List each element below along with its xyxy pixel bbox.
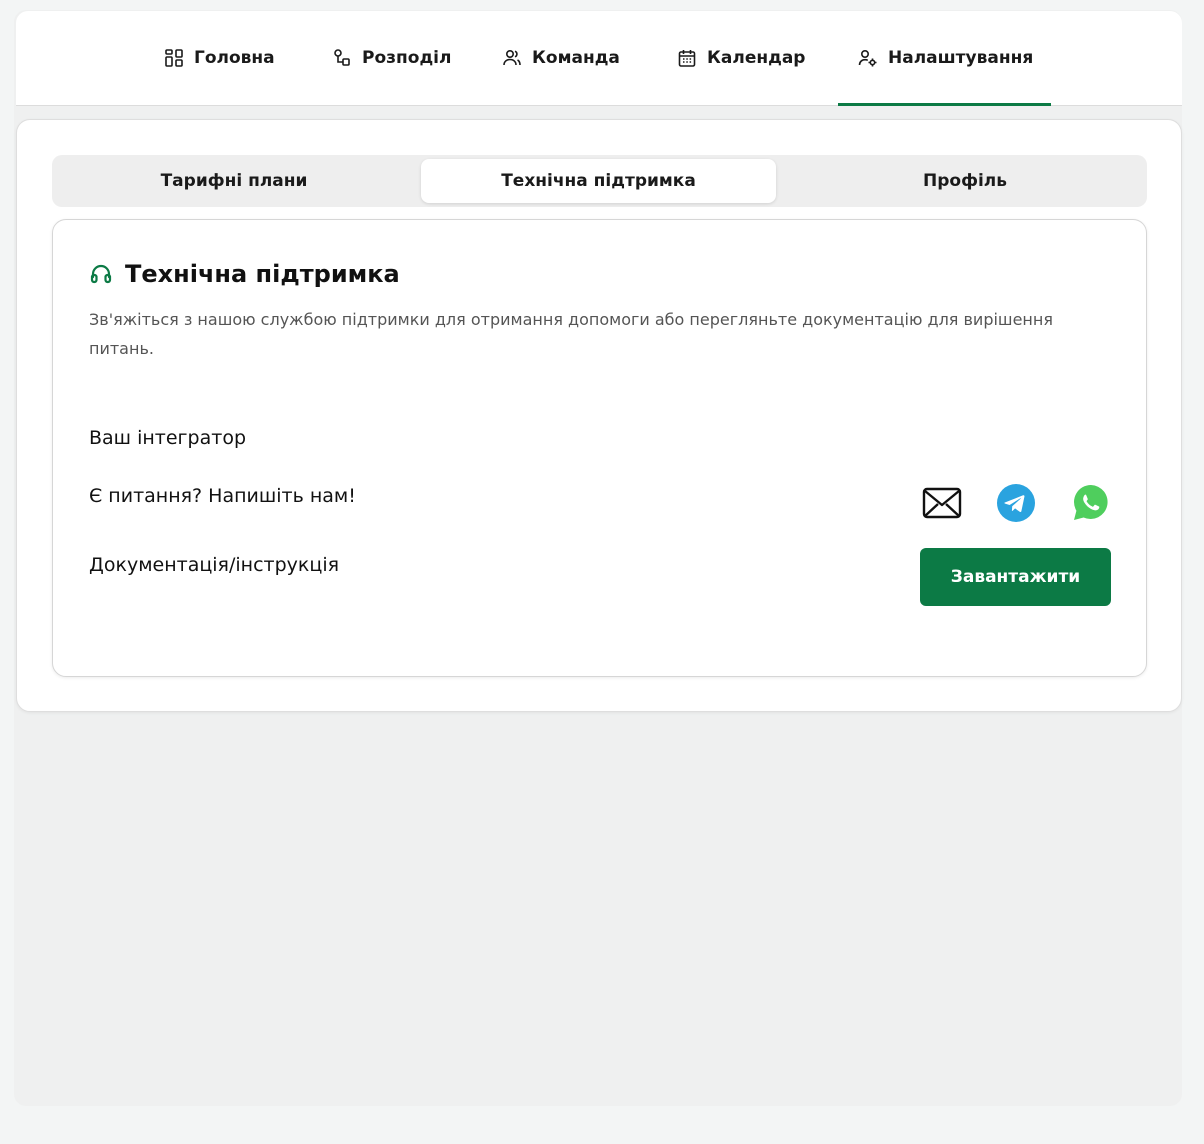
nav-item-team[interactable]: Команда bbox=[502, 11, 620, 106]
support-card: Технічна підтримка Зв'яжіться з нашою сл… bbox=[52, 219, 1147, 677]
nav-label: Календар bbox=[707, 47, 806, 68]
whatsapp-icon[interactable] bbox=[1070, 482, 1112, 524]
tab-profile[interactable]: Профіль bbox=[787, 159, 1143, 203]
user-settings-icon bbox=[858, 49, 877, 66]
tab-tech-support[interactable]: Технічна підтримка bbox=[421, 159, 776, 203]
tab-pricing-plans[interactable]: Тарифні плани bbox=[56, 159, 412, 203]
nav-item-settings[interactable]: Налаштування bbox=[837, 11, 1052, 106]
docs-label: Документація/інструкція bbox=[89, 554, 340, 576]
download-button[interactable]: Завантажити bbox=[920, 548, 1111, 606]
support-description: Зв'яжіться з нашою службою підтримки для… bbox=[89, 310, 1053, 358]
nav-item-home[interactable]: Головна bbox=[164, 11, 275, 106]
support-title: Технічна підтримка bbox=[89, 260, 400, 288]
headset-icon bbox=[90, 264, 112, 284]
settings-panel: Тарифні плани Технічна підтримка Профіль… bbox=[16, 119, 1182, 712]
telegram-icon[interactable] bbox=[996, 483, 1036, 523]
team-icon bbox=[503, 49, 521, 65]
distribution-icon bbox=[334, 48, 350, 66]
integrator-label: Ваш інтегратор bbox=[89, 427, 247, 449]
mail-icon[interactable] bbox=[922, 486, 962, 520]
question-label: Є питання? Напишіть нам! bbox=[89, 485, 356, 507]
dashboard-icon bbox=[165, 48, 183, 67]
settings-tabs: Тарифні плани Технічна підтримка Профіль bbox=[52, 155, 1147, 207]
nav-label: Головна bbox=[194, 47, 275, 68]
nav-label: Розподіл bbox=[362, 47, 452, 68]
nav-item-calendar[interactable]: Календар bbox=[677, 11, 805, 106]
contact-icons bbox=[922, 482, 1112, 524]
nav-label: Налаштування bbox=[888, 47, 1034, 68]
support-title-text: Технічна підтримка bbox=[125, 260, 400, 288]
nav-label: Команда bbox=[532, 47, 620, 68]
nav-item-distribution[interactable]: Розподіл bbox=[332, 11, 451, 106]
calendar-icon bbox=[678, 49, 696, 67]
top-navigation: Головна Розподіл Команда Календар Налашт… bbox=[16, 11, 1182, 106]
